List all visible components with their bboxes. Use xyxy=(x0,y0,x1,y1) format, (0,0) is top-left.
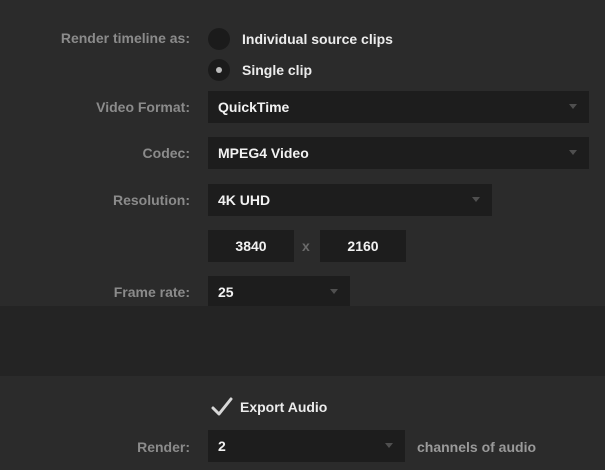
frame-rate-select[interactable]: 25 xyxy=(208,276,350,308)
audio-render-label: Render: xyxy=(137,439,190,455)
render-settings-panel: Render timeline as: Individual source cl… xyxy=(0,0,605,470)
resolution-height-input[interactable]: 2160 xyxy=(320,230,406,262)
audio-channels-select[interactable]: 2 xyxy=(208,430,405,462)
radio-button-selected[interactable] xyxy=(208,59,230,81)
video-format-value: QuickTime xyxy=(218,99,290,115)
codec-value: MPEG4 Video xyxy=(218,145,309,161)
video-format-label: Video Format: xyxy=(96,99,190,115)
resolution-separator: x xyxy=(302,238,310,254)
audio-channels-value: 2 xyxy=(218,438,226,454)
codec-label: Codec: xyxy=(142,145,190,161)
chevron-down-icon xyxy=(472,197,480,202)
video-format-select[interactable]: QuickTime xyxy=(208,91,589,123)
chevron-down-icon xyxy=(569,150,577,155)
radio-button-unselected[interactable] xyxy=(208,28,230,50)
radio-individual-clips[interactable]: Individual source clips xyxy=(208,27,393,51)
export-audio-label: Export Audio xyxy=(240,399,328,415)
resolution-width-input[interactable]: 3840 xyxy=(208,230,294,262)
resolution-label: Resolution: xyxy=(113,192,190,208)
radio-single-clip[interactable]: Single clip xyxy=(208,58,312,82)
chevron-down-icon xyxy=(385,443,393,448)
radio-individual-clips-label: Individual source clips xyxy=(242,31,393,47)
radio-single-clip-label: Single clip xyxy=(242,62,313,78)
export-audio-checkbox[interactable]: Export Audio xyxy=(210,395,327,419)
checkmark-icon xyxy=(211,397,233,416)
frame-rate-value: 25 xyxy=(218,284,234,300)
frame-rate-label: Frame rate: xyxy=(113,284,190,300)
section-divider-band xyxy=(0,306,605,376)
resolution-select[interactable]: 4K UHD xyxy=(208,184,492,216)
render-timeline-label: Render timeline as: xyxy=(60,30,190,46)
codec-select[interactable]: MPEG4 Video xyxy=(208,137,589,169)
chevron-down-icon xyxy=(569,104,577,109)
resolution-value: 4K UHD xyxy=(218,192,271,208)
audio-channels-suffix: channels of audio xyxy=(417,439,537,455)
radio-selected-dot xyxy=(216,67,222,73)
chevron-down-icon xyxy=(330,289,338,294)
